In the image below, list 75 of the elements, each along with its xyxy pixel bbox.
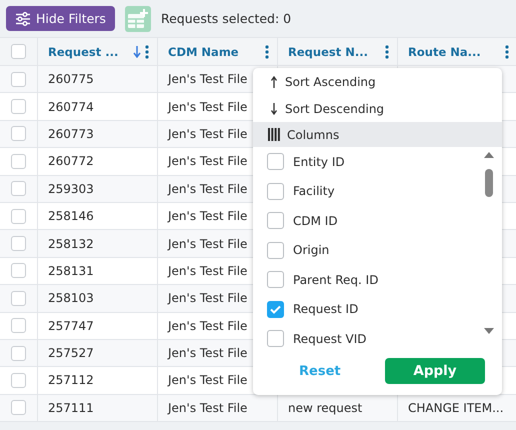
- table-cell: Jen's Test File: [168, 400, 248, 415]
- row-checkbox[interactable]: [11, 400, 26, 416]
- table-cell: Jen's Test File: [168, 100, 248, 114]
- row-checkbox[interactable]: [11, 318, 26, 334]
- columns-icon: [268, 128, 280, 141]
- column-option[interactable]: Request VID: [253, 324, 482, 354]
- table-cell: Jen's Test File: [168, 318, 248, 333]
- arrow-up-icon: [270, 76, 278, 88]
- column-checkbox[interactable]: [267, 153, 284, 170]
- sort-menu-item[interactable]: Sort Ascending: [253, 68, 502, 95]
- table-cell: 257747: [48, 318, 94, 333]
- kebab-menu-icon[interactable]: [265, 44, 269, 58]
- table-cell: CHANGE ITEM...: [408, 400, 504, 415]
- row-checkbox[interactable]: [11, 126, 26, 142]
- selection-count: Requests selected: 0: [160, 11, 292, 26]
- table-cell: 257527: [48, 346, 94, 360]
- column-header[interactable]: Route Na...: [398, 38, 516, 65]
- row-checkbox[interactable]: [11, 290, 26, 306]
- column-checkbox[interactable]: [267, 330, 284, 348]
- add-table-button[interactable]: [124, 6, 151, 32]
- table-cell: 260775: [48, 72, 94, 86]
- row-checkbox[interactable]: [11, 181, 26, 196]
- column-checkbox[interactable]: [267, 242, 284, 259]
- table-cell: Jen's Test File: [168, 126, 248, 141]
- column-option[interactable]: Facility: [253, 176, 482, 206]
- table-cell: Jen's Test File: [168, 291, 248, 306]
- check-icon: [270, 304, 281, 314]
- table-cell: Jen's Test File: [168, 209, 248, 224]
- column-checkbox[interactable]: [267, 271, 284, 288]
- row-checkbox[interactable]: [11, 99, 26, 114]
- column-option[interactable]: Parent Req. ID: [253, 265, 482, 294]
- table-cell: 259303: [48, 182, 94, 196]
- kebab-menu-icon[interactable]: [145, 44, 149, 58]
- column-checkbox[interactable]: [267, 212, 284, 230]
- table-cell: 258103: [48, 291, 94, 306]
- table-cell: 260772: [48, 154, 94, 168]
- row-checkbox[interactable]: [11, 72, 26, 87]
- table-cell: Jen's Test File: [168, 373, 248, 388]
- table-cell: Jen's Test File: [168, 182, 248, 196]
- row-checkbox[interactable]: [11, 208, 26, 224]
- column-header[interactable]: Request ...: [38, 38, 158, 65]
- column-header[interactable]: CDM Name: [158, 38, 278, 65]
- table-cell: Jen's Test File: [168, 154, 248, 168]
- table-cell: Jen's Test File: [168, 346, 248, 360]
- column-option[interactable]: Origin: [253, 236, 482, 265]
- column-checkbox[interactable]: [267, 182, 284, 200]
- table-cell: Jen's Test File: [168, 236, 248, 251]
- row-checkbox[interactable]: [11, 346, 26, 361]
- arrow-down-icon: [270, 102, 278, 114]
- sliders-icon: [15, 12, 31, 26]
- column-option[interactable]: Request ID: [253, 294, 482, 324]
- row-checkbox[interactable]: [11, 372, 26, 388]
- row-checkbox[interactable]: [11, 154, 26, 169]
- table-cell: 257111: [48, 400, 94, 415]
- column-option[interactable]: Entity ID: [253, 147, 482, 176]
- row-checkbox[interactable]: [11, 236, 26, 252]
- column-header[interactable]: Request N...: [278, 38, 398, 65]
- kebab-menu-icon[interactable]: [385, 44, 389, 58]
- hide-filters-button[interactable]: Hide Filters: [6, 6, 115, 31]
- table-cell: 260773: [48, 126, 94, 141]
- table-cell: 257112: [48, 373, 94, 388]
- columns-menu-item[interactable]: Columns: [253, 122, 502, 147]
- table-cell: new request: [288, 400, 362, 415]
- select-all-checkbox[interactable]: [11, 44, 26, 59]
- table-cell: 258131: [48, 264, 94, 278]
- sort-menu-item[interactable]: Sort Descending: [253, 95, 502, 122]
- row-checkbox[interactable]: [11, 263, 26, 278]
- kebab-menu-icon[interactable]: [505, 44, 509, 58]
- table-cell: 260774: [48, 100, 94, 114]
- table-cell: 258132: [48, 236, 94, 251]
- table-cell: Jen's Test File: [168, 72, 248, 86]
- column-option[interactable]: CDM ID: [253, 206, 482, 236]
- table-cell: 258146: [48, 209, 94, 224]
- table-cell: Jen's Test File: [168, 264, 248, 278]
- column-checkbox[interactable]: [267, 300, 284, 318]
